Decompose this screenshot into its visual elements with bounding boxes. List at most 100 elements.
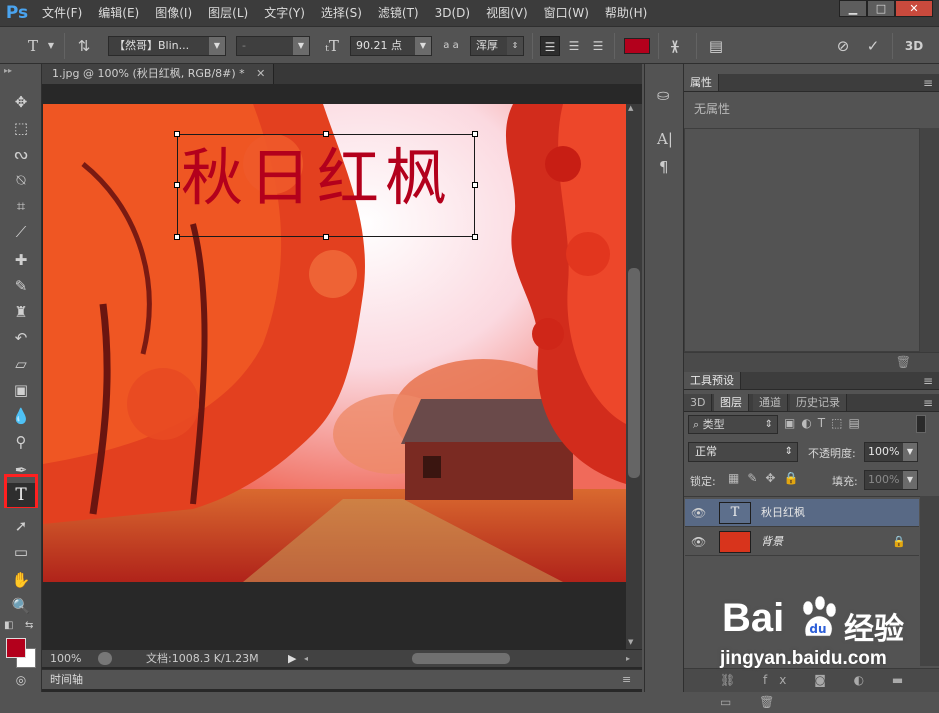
maximize-button[interactable]: □	[867, 0, 895, 17]
transform-handle[interactable]	[323, 234, 329, 240]
swap-colors-icon[interactable]: ⇆	[25, 620, 33, 631]
path-select-tool-icon[interactable]: ➚	[7, 514, 35, 538]
panel-menu-icon[interactable]: ≡	[923, 394, 933, 412]
timeline-tab[interactable]: 时间轴	[50, 670, 83, 690]
hand-tool-icon[interactable]: ✋	[7, 568, 35, 592]
blend-mode-select[interactable]: 正常 ⇕	[688, 442, 798, 462]
lasso-tool-icon[interactable]: ᔓ	[7, 142, 35, 166]
font-family-select[interactable]: 【然哥】Blin... ▼	[108, 36, 226, 56]
vertical-scroll-thumb[interactable]	[628, 268, 640, 478]
font-size-select[interactable]: 90.21 点 ▼	[350, 36, 432, 56]
panel-menu-icon[interactable]: ≡	[923, 74, 933, 92]
eye-visibility-icon[interactable]: 👁	[691, 506, 706, 520]
move-tool-icon[interactable]: ✥	[7, 90, 35, 114]
panel-collapse-icon[interactable]: ▸▸	[4, 66, 12, 75]
eye-visibility-icon[interactable]: 👁	[691, 535, 706, 549]
transform-handle[interactable]	[174, 182, 180, 188]
transform-handle[interactable]	[323, 131, 329, 137]
properties-scrollbar[interactable]	[920, 128, 939, 352]
menu-filter[interactable]: 滤镜(T)	[370, 0, 427, 26]
3d-mode-icon[interactable]: 3D	[900, 36, 928, 56]
document-tab[interactable]: 1.jpg @ 100% (秋日红枫, RGB/8#) * ✕	[42, 64, 275, 84]
text-color-swatch[interactable]	[624, 38, 650, 54]
menu-view[interactable]: 视图(V)	[478, 0, 536, 26]
layer-filter-select[interactable]: ⌕ 类型 ⇕	[688, 415, 778, 434]
clone-stamp-tool-icon[interactable]: ♜	[7, 300, 35, 324]
tab-history[interactable]: 历史记录	[790, 394, 847, 411]
menu-type[interactable]: 文字(Y)	[256, 0, 313, 26]
align-left-icon[interactable]: ☰	[540, 36, 560, 56]
tab-3d[interactable]: 3D	[684, 394, 713, 411]
marquee-tool-icon[interactable]: ⬚	[7, 116, 35, 140]
paragraph-styles-icon[interactable]: ⛀	[657, 86, 670, 104]
trash-icon[interactable]: 🗑	[896, 355, 911, 369]
transform-handle[interactable]	[174, 131, 180, 137]
scroll-down-icon[interactable]: ▼	[628, 638, 633, 646]
dodge-tool-icon[interactable]: ⚲	[7, 430, 35, 454]
lock-icons[interactable]: ▦✎✥🔒	[728, 471, 806, 485]
menu-image[interactable]: 图像(I)	[147, 0, 200, 26]
share-icon[interactable]	[98, 652, 112, 665]
tab-channels[interactable]: 通道	[753, 394, 788, 411]
gradient-tool-icon[interactable]: ▣	[7, 378, 35, 402]
menu-edit[interactable]: 编辑(E)	[90, 0, 147, 26]
transform-handle[interactable]	[472, 131, 478, 137]
align-center-icon[interactable]: ☰	[564, 36, 584, 56]
commit-check-icon[interactable]: ✓	[862, 36, 884, 56]
quick-mask-icon[interactable]: ◎	[7, 668, 35, 692]
type-tool-icon[interactable]: T	[7, 483, 35, 507]
chevron-down-icon[interactable]: ▼	[46, 36, 56, 56]
default-colors-icon[interactable]: ◧	[4, 620, 13, 631]
menu-3d[interactable]: 3D(D)	[427, 0, 478, 26]
scroll-right-icon[interactable]: ▸	[626, 650, 630, 667]
close-tab-icon[interactable]: ✕	[256, 67, 265, 80]
transform-handle[interactable]	[472, 234, 478, 240]
scroll-left-icon[interactable]: ◂	[304, 650, 308, 667]
shape-tool-icon[interactable]: ▭	[7, 540, 35, 564]
warp-text-icon[interactable]: ᚕ	[664, 36, 686, 56]
transform-handle[interactable]	[174, 234, 180, 240]
tab-layers[interactable]: 图层	[714, 394, 749, 411]
quick-select-tool-icon[interactable]: ⍉	[7, 168, 35, 192]
minimize-button[interactable]: ▁	[839, 0, 867, 17]
panel-menu-icon[interactable]: ≡	[923, 372, 933, 390]
menu-select[interactable]: 选择(S)	[313, 0, 370, 26]
align-right-icon[interactable]: ☰	[588, 36, 608, 56]
status-menu-icon[interactable]: ▶	[288, 650, 296, 667]
opacity-input[interactable]: 100% ▼	[864, 442, 918, 462]
transform-handle[interactable]	[472, 182, 478, 188]
panel-menu-icon[interactable]: ≡	[622, 670, 631, 690]
fill-input[interactable]: 100% ▼	[864, 470, 918, 490]
foreground-color-swatch[interactable]	[6, 638, 26, 658]
layer-filter-icons[interactable]: ▣◐T⬚▤	[784, 416, 866, 430]
image-canvas[interactable]: 秋日红枫	[43, 104, 626, 582]
history-brush-tool-icon[interactable]: ↶	[7, 326, 35, 350]
paragraph-icon[interactable]: ¶	[659, 158, 669, 176]
brush-tool-icon[interactable]: ✎	[7, 274, 35, 298]
text-layer-bounding-box[interactable]: 秋日红枫	[174, 131, 478, 240]
menu-window[interactable]: 窗口(W)	[536, 0, 597, 26]
crop-tool-icon[interactable]: ⌗	[7, 194, 35, 218]
zoom-tool-icon[interactable]: 🔍	[7, 594, 35, 618]
tab-properties[interactable]: 属性	[684, 74, 719, 91]
menu-layer[interactable]: 图层(L)	[200, 0, 256, 26]
horizontal-scroll-thumb[interactable]	[412, 653, 510, 664]
zoom-level[interactable]: 100%	[50, 650, 81, 667]
healing-brush-tool-icon[interactable]: ✚	[7, 248, 35, 272]
character-panel-icon[interactable]: ▤	[704, 36, 728, 56]
menu-file[interactable]: 文件(F)	[34, 0, 90, 26]
layer-row-background[interactable]: 👁 背景 🔒	[685, 528, 919, 556]
scroll-up-icon[interactable]: ▲	[628, 104, 633, 112]
tab-tool-presets[interactable]: 工具预设	[684, 372, 741, 389]
menu-help[interactable]: 帮助(H)	[597, 0, 655, 26]
type-tool-preset-icon[interactable]: T	[22, 36, 44, 56]
font-style-select[interactable]: - ▼	[236, 36, 310, 56]
eyedropper-tool-icon[interactable]: ⟋	[7, 220, 35, 244]
antialias-select[interactable]: 浑厚 ⇕	[470, 36, 524, 56]
cancel-icon[interactable]: ⊘	[832, 36, 854, 56]
close-button[interactable]: ✕	[895, 0, 933, 17]
blur-tool-icon[interactable]: 💧	[7, 404, 35, 428]
character-icon[interactable]: A|	[657, 130, 673, 148]
text-orientation-icon[interactable]: ⇅	[72, 36, 96, 56]
filter-toggle[interactable]	[916, 415, 926, 433]
